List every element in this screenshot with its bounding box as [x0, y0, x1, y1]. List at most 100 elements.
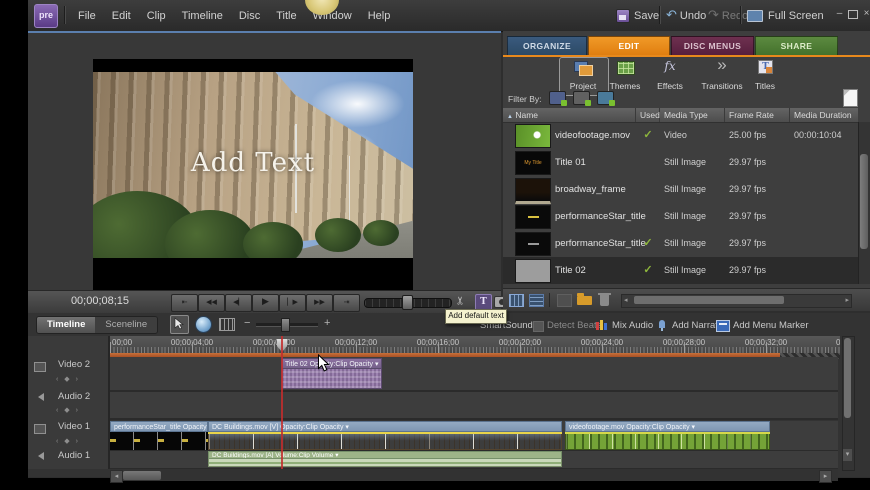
zoom-slider-thumb[interactable]: [281, 318, 290, 332]
tab-organize[interactable]: ORGANIZE: [507, 36, 587, 56]
media-row[interactable]: videofootage.mov ✓ Video 25.00 fps 00:00…: [503, 122, 858, 149]
menu-clip[interactable]: Clip: [139, 10, 174, 22]
audio-track-icon[interactable]: [34, 393, 44, 401]
media-hscrollbar[interactable]: ◂ ▸: [621, 294, 852, 308]
keyframe-nav-icons[interactable]: ‹ ◆ ›: [56, 437, 80, 445]
redo-button[interactable]: ↷ Redo: [708, 0, 748, 31]
split-clip-button[interactable]: ✂: [454, 296, 467, 305]
hscroll-left-button[interactable]: ◂: [110, 470, 123, 483]
video-track-icon[interactable]: [34, 424, 46, 434]
rewind-button[interactable]: ◀◀: [198, 294, 225, 312]
scrollbar-thumb[interactable]: [844, 338, 851, 418]
column-media-type[interactable]: Media Type: [660, 108, 725, 122]
hscroll-thumb[interactable]: [123, 471, 161, 480]
clip-performancestar-title[interactable]: performanceStar_title Opacity ▾: [110, 421, 208, 450]
clip-videofootage[interactable]: videofootage.mov Opacity:Clip Opacity ▾: [565, 421, 770, 450]
hscroll-right-button[interactable]: ▸: [819, 470, 832, 483]
clip-dc-buildings-audio[interactable]: DC Buildings.mov [A] Volume:Clip Volume …: [208, 451, 562, 467]
scrollbar-thumb[interactable]: [860, 154, 868, 249]
fast-forward-button[interactable]: ▶▶: [306, 294, 333, 312]
undo-button[interactable]: ↶ Undo: [666, 0, 706, 31]
close-button[interactable]: ×: [861, 9, 870, 20]
add-menu-marker-button[interactable]: Add Menu Marker: [733, 320, 809, 331]
media-row[interactable]: broadway_frame Still Image 29.97 fps: [503, 176, 858, 203]
timeline-view-button[interactable]: Timeline: [37, 317, 95, 333]
clip-thumbnails: [208, 434, 562, 450]
column-frame-rate[interactable]: Frame Rate: [725, 108, 790, 122]
menu-timeline[interactable]: Timeline: [174, 10, 231, 22]
scroll-left-icon[interactable]: ◂: [624, 295, 628, 307]
volume-graph-line[interactable]: [209, 462, 561, 464]
clip-dc-buildings-video[interactable]: DC Buildings.mov [V] Opacity:Clip Opacit…: [208, 421, 562, 450]
filter-video-icon[interactable]: [549, 91, 566, 105]
properties-icon[interactable]: [219, 318, 235, 331]
tab-disc-menus[interactable]: DISC MENUS: [671, 36, 754, 56]
keyframe-nav-icons[interactable]: ‹ ◆ ›: [56, 375, 80, 383]
menu-help[interactable]: Help: [360, 10, 399, 22]
track-name-video1[interactable]: Video 1: [58, 421, 90, 432]
zoom-out-icon[interactable]: −: [244, 317, 250, 329]
step-back-button[interactable]: ◀▏: [225, 294, 252, 312]
clip-title02[interactable]: Title 02 Opacity:Clip Opacity ▾: [281, 358, 382, 389]
audio2-track[interactable]: [110, 392, 838, 420]
keyframe-nav-icons[interactable]: ‹ ◆ ›: [56, 406, 80, 414]
mouse-cursor: [317, 354, 330, 378]
track-name-audio2[interactable]: Audio 2: [58, 391, 90, 402]
tab-share[interactable]: SHARE: [755, 36, 838, 56]
column-name[interactable]: ▲ Name: [503, 108, 636, 122]
media-row[interactable]: performanceStar_title ✓ Still Image 29.9…: [503, 230, 858, 257]
selection-tool-button[interactable]: [170, 315, 189, 334]
new-folder-icon[interactable]: [577, 296, 592, 305]
shuttle-thumb[interactable]: [402, 295, 413, 310]
menu-edit[interactable]: Edit: [104, 10, 139, 22]
column-used[interactable]: Used: [636, 108, 660, 122]
fullscreen-button[interactable]: Full Screen: [747, 0, 824, 31]
selection-arrow-icon: [171, 316, 186, 331]
new-item-icon[interactable]: [843, 89, 858, 107]
step-forward-button[interactable]: ▏▶: [279, 294, 306, 312]
filter-image-icon[interactable]: [597, 91, 614, 105]
previous-edit-button[interactable]: ⇤: [171, 294, 198, 312]
track-name-audio1[interactable]: Audio 1: [58, 450, 90, 461]
clip-body: [281, 369, 382, 389]
save-button[interactable]: Save: [616, 0, 659, 31]
menu-title[interactable]: Title: [268, 10, 304, 22]
subtab-effects[interactable]: fx Effects: [647, 58, 693, 92]
image-thumbnail: [515, 178, 551, 204]
current-timecode[interactable]: 00;00;08;15: [34, 295, 166, 307]
media-row[interactable]: My Title Title 01 Still Image 29.97 fps: [503, 149, 858, 176]
subtab-titles[interactable]: T Titles: [742, 58, 788, 92]
time-ruler[interactable]: 00;00 00;00;04;00 00;00;08;00 00;00;12;0…: [110, 336, 840, 354]
audio-track-icon[interactable]: [34, 452, 44, 460]
scroll-right-icon[interactable]: ▸: [845, 295, 849, 307]
video-track-icon[interactable]: [34, 362, 46, 372]
delete-icon[interactable]: [600, 295, 609, 306]
tab-edit[interactable]: EDIT: [588, 36, 670, 56]
play-button[interactable]: ▶: [252, 294, 279, 312]
step-forward-icon: ▏▶: [287, 298, 298, 306]
scrollbar-thumb[interactable]: [634, 296, 784, 304]
zoom-in-icon[interactable]: +: [324, 317, 330, 329]
sceneline-view-button[interactable]: Sceneline: [95, 317, 157, 333]
grid-view-icon[interactable]: [509, 294, 524, 307]
minimize-button[interactable]: –: [834, 9, 845, 20]
video2-track[interactable]: [110, 357, 838, 392]
filter-audio-icon[interactable]: [573, 91, 590, 105]
time-stretch-tool-icon[interactable]: [195, 316, 212, 333]
vscroll-down-button[interactable]: ▾: [843, 449, 852, 461]
playhead-line[interactable]: [281, 336, 283, 469]
timeline-vscrollbar[interactable]: ▾: [842, 336, 855, 471]
track-name-video2[interactable]: Video 2: [58, 359, 90, 370]
mix-audio-button[interactable]: Mix Audio: [612, 320, 653, 331]
media-row-selected[interactable]: Title 02 ✓ Still Image 29.97 fps: [503, 257, 858, 284]
media-list-scrollbar[interactable]: [858, 122, 870, 284]
menu-file[interactable]: File: [70, 10, 104, 22]
detect-beats-button[interactable]: Detect Beats: [547, 320, 601, 331]
menu-disc[interactable]: Disc: [231, 10, 268, 22]
media-row[interactable]: performanceStar_title Still Image 29.97 …: [503, 203, 858, 230]
column-media-duration[interactable]: Media Duration: [790, 108, 858, 122]
list-view-icon[interactable]: [529, 294, 544, 307]
restore-button[interactable]: [848, 8, 858, 19]
next-edit-button[interactable]: ⇥: [333, 294, 360, 312]
clip-body: [208, 459, 562, 467]
